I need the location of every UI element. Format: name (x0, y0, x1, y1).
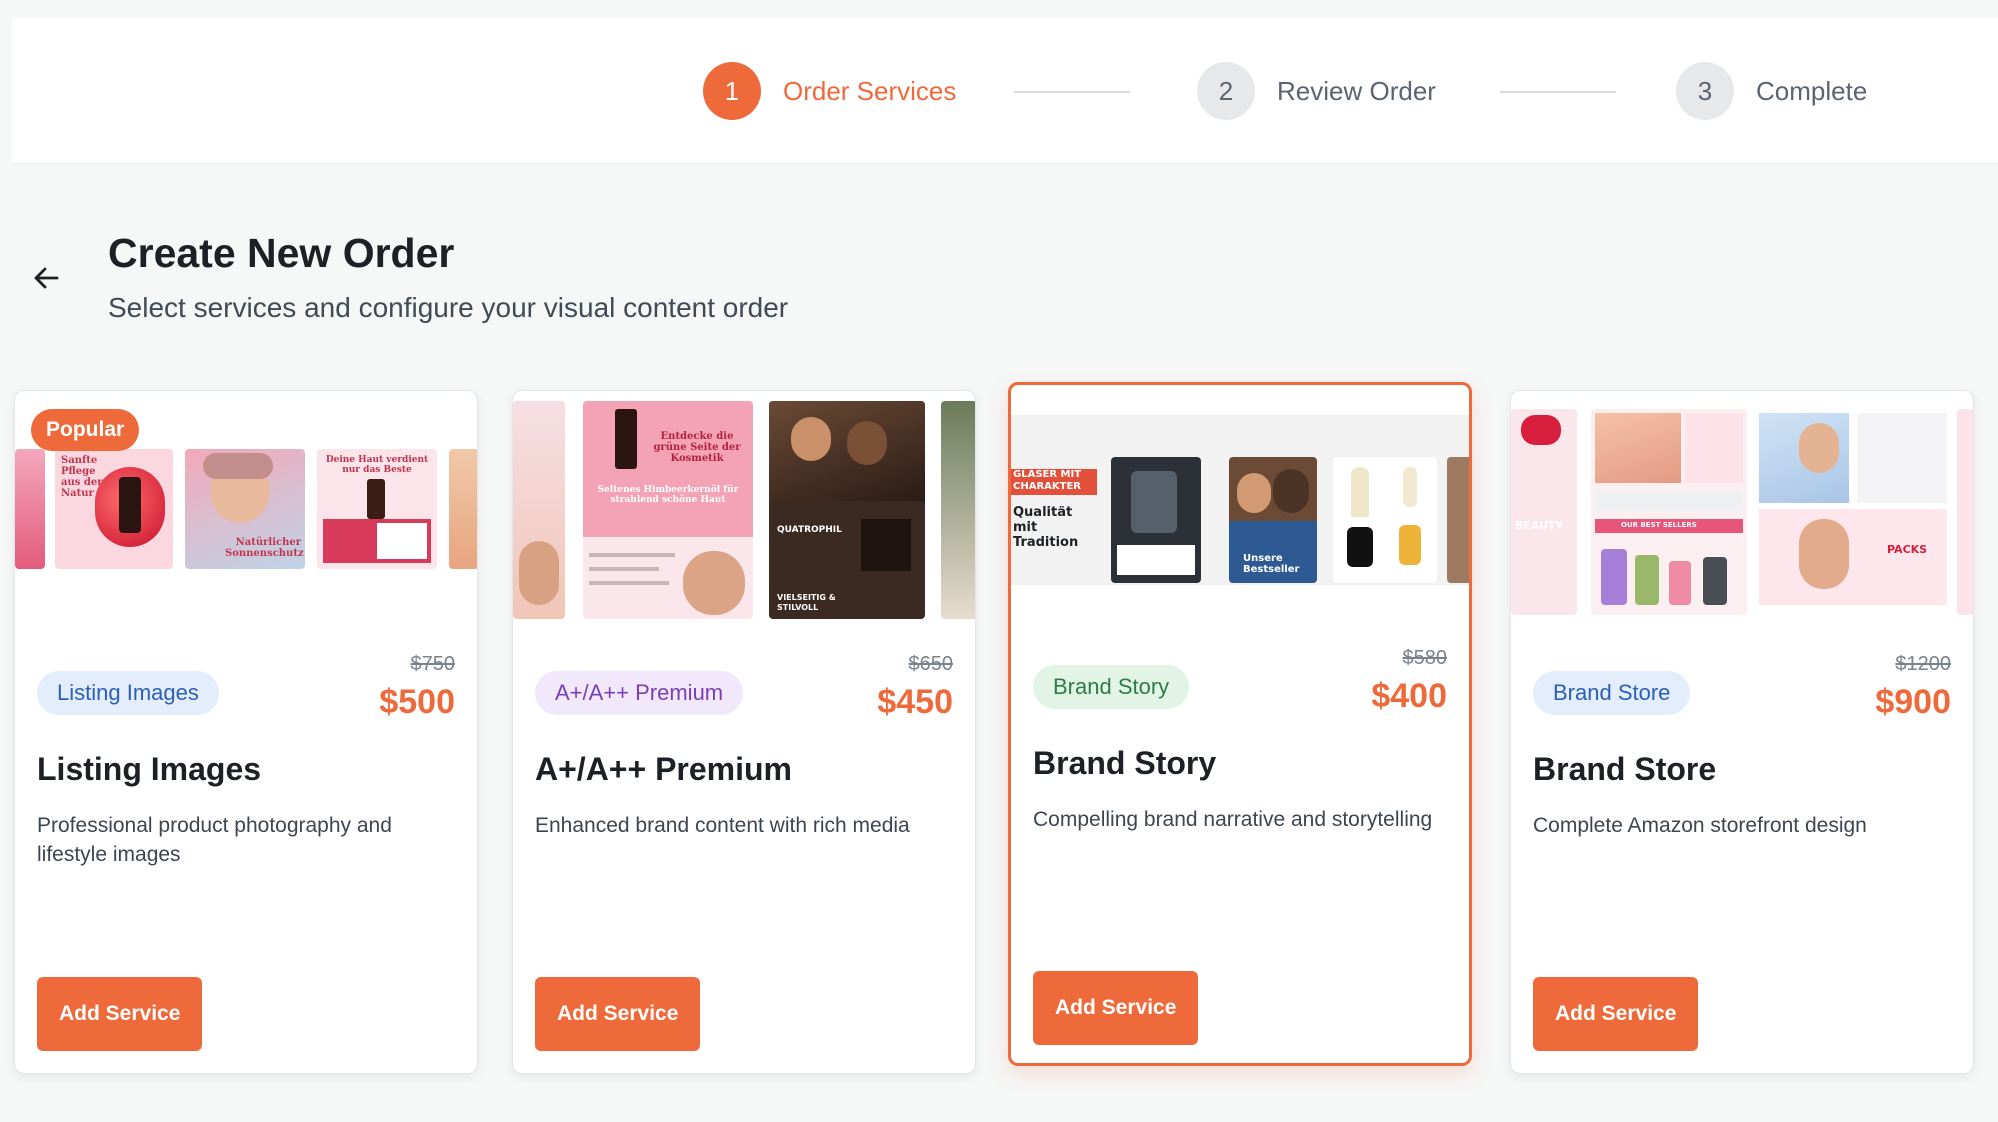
thumbnail-caption: Entdecke die grüne Seite der Kosmetik (653, 431, 741, 464)
service-card-brand-story[interactable]: GLÄSER MIT CHARAKTER Qualität mit Tradit… (1008, 382, 1472, 1066)
card-preview-images: BEAUTY OUR BEST SELLERS PACKS (1511, 391, 1973, 631)
step-complete: 3 Complete (1676, 62, 1867, 120)
service-description: Complete Amazon storefront design (1533, 814, 1867, 837)
product-thumbnail: Entdecke die grüne Seite der Kosmetik Se… (583, 401, 753, 619)
add-service-button[interactable]: Add Service (1033, 971, 1199, 1045)
original-price: $750 (410, 653, 456, 675)
thumbnail-caption: VIELSEITIG & STILVOLL (777, 593, 836, 612)
step-number-3: 3 (1676, 62, 1734, 120)
product-thumbnail: Deine Haut verdient nur das Beste (317, 449, 437, 569)
step-order-services: 1 Order Services (703, 62, 956, 120)
service-description: Compelling brand narrative and storytell… (1033, 808, 1433, 831)
category-badge: Listing Images (37, 671, 219, 715)
category-badge: Brand Story (1033, 665, 1190, 709)
thumbnail-caption: PACKS (1887, 543, 1928, 556)
service-title: A+/A++ Premium (535, 751, 792, 787)
thumbnail-caption: BEAUTY (1515, 519, 1564, 532)
discounted-price: $500 (379, 683, 455, 721)
popular-badge: Popular (31, 409, 140, 451)
card-preview-images: GLÄSER MIT CHARAKTER Qualität mit Tradit… (1011, 385, 1469, 625)
progress-stepper: 1 Order Services 2 Review Order 3 Comple… (12, 18, 1998, 164)
step-connector (1014, 91, 1130, 93)
original-price: $580 (1402, 647, 1448, 669)
service-title: Brand Story (1033, 745, 1217, 781)
step-number-1: 1 (703, 62, 761, 120)
product-thumbnail: BEAUTY (1511, 409, 1577, 615)
discounted-price: $450 (877, 683, 953, 721)
step-number-2: 2 (1197, 62, 1255, 120)
original-price: $1200 (1895, 653, 1951, 675)
product-thumbnail: OUR BEST SELLERS (1591, 409, 1747, 615)
step-review-order: 2 Review Order (1197, 62, 1436, 120)
step-connector (1500, 91, 1616, 93)
product-thumbnail (449, 449, 477, 569)
step-label-complete: Complete (1756, 75, 1868, 106)
service-card-aplus-premium[interactable]: Entdecke die grüne Seite der Kosmetik Se… (512, 390, 976, 1074)
arrow-left-icon (34, 267, 59, 289)
step-label-review-order: Review Order (1277, 75, 1436, 106)
product-thumbnail: PACKS (1759, 409, 1949, 615)
thumbnail-caption: OUR BEST SELLERS (1621, 521, 1697, 529)
original-price: $650 (908, 653, 954, 675)
service-card-listing-images[interactable]: Popular Sanfte Pflege aus der Natur Natü… (14, 390, 478, 1074)
product-thumbnail: QUATROPHIL VIELSEITIG & STILVOLL (769, 401, 925, 619)
product-thumbnail: GLÄSER MIT CHARAKTER Qualität mit Tradit… (1011, 453, 1107, 583)
thumbnail-caption: QUATROPHIL (777, 525, 842, 535)
thumbnail-caption: Qualität mit Tradition (1013, 505, 1079, 550)
product-thumbnail (1111, 457, 1201, 583)
product-thumbnail (941, 401, 975, 619)
thumbnail-caption: Deine Haut verdient nur das Beste (325, 455, 429, 475)
card-preview-images: Popular Sanfte Pflege aus der Natur Natü… (15, 391, 477, 631)
thumbnail-caption: Seltenes Himbeerkernöl für strahlend sch… (597, 485, 739, 505)
discounted-price: $400 (1371, 677, 1447, 715)
add-service-button[interactable]: Add Service (37, 977, 203, 1051)
thumbnail-caption: Natürlicher Sonnenschutz (225, 537, 304, 559)
category-badge: A+/A++ Premium (535, 671, 744, 715)
page-subtitle: Select services and configure your visua… (108, 292, 789, 323)
thumbnail-caption: Unsere Bestseller (1243, 553, 1300, 575)
page-title: Create New Order (108, 230, 455, 276)
category-badge: Brand Store (1533, 671, 1691, 715)
add-service-button[interactable]: Add Service (1533, 977, 1699, 1051)
service-description: Professional product photography and lif… (37, 814, 392, 866)
product-thumbnail (1957, 409, 1973, 615)
add-service-button[interactable]: Add Service (535, 977, 701, 1051)
product-thumbnail (513, 401, 565, 619)
step-label-order-services: Order Services (783, 75, 957, 106)
product-thumbnail: Natürlicher Sonnenschutz (185, 449, 305, 569)
product-thumbnail (15, 449, 45, 569)
product-thumbnail (1333, 457, 1437, 583)
product-thumbnail (1447, 457, 1469, 583)
thumbnail-caption: GLÄSER MIT CHARAKTER (1013, 469, 1082, 492)
service-card-brand-store[interactable]: BEAUTY OUR BEST SELLERS PACKS Brand Stor… (1510, 390, 1974, 1074)
discounted-price: $900 (1875, 683, 1951, 721)
product-thumbnail: Sanfte Pflege aus der Natur (55, 449, 173, 569)
service-description: Enhanced brand content with rich media (535, 814, 910, 837)
service-title: Brand Store (1533, 751, 1717, 787)
back-button[interactable] (26, 258, 66, 298)
card-preview-images: Entdecke die grüne Seite der Kosmetik Se… (513, 391, 975, 631)
service-title: Listing Images (37, 751, 262, 787)
product-thumbnail: Unsere Bestseller (1229, 457, 1317, 583)
